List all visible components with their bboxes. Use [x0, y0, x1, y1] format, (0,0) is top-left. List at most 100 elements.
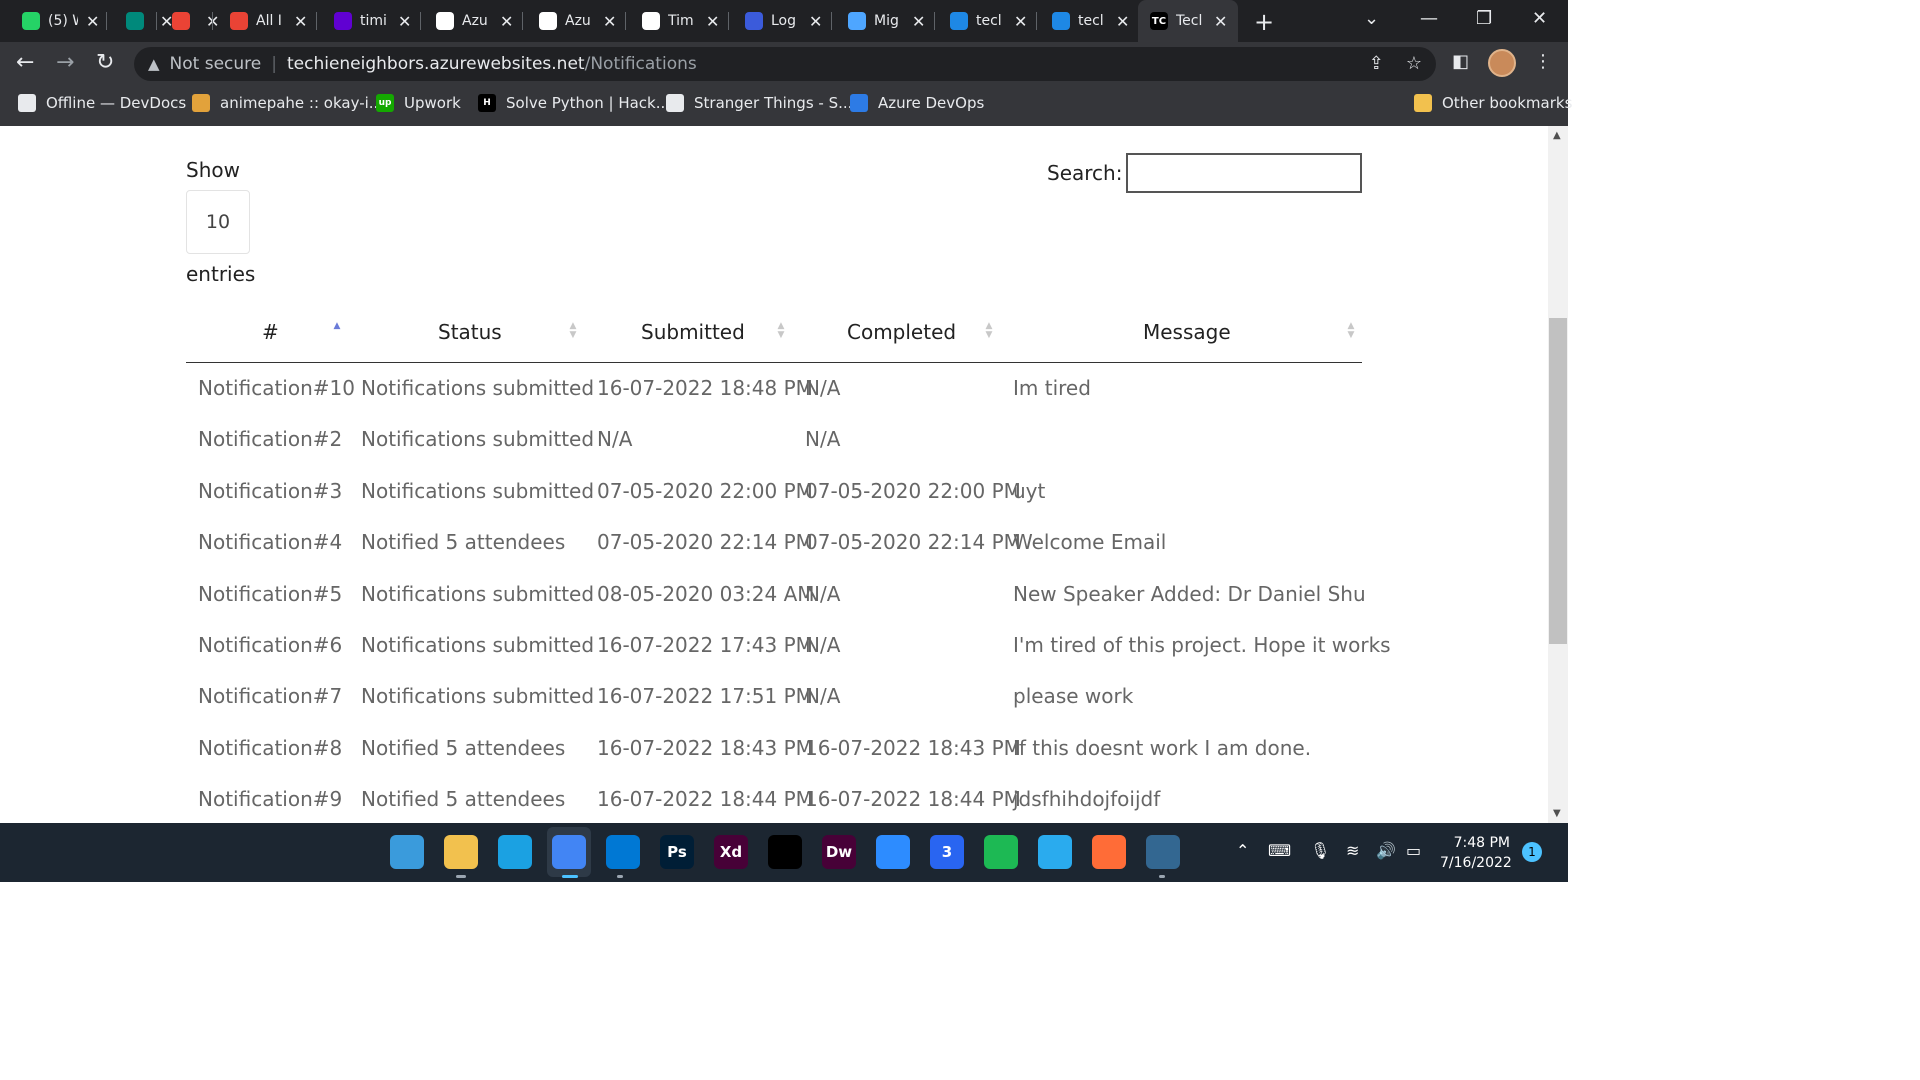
tab-separator	[1036, 12, 1037, 30]
table-row[interactable]: Notification#6 Notifications submitted 16-…	[186, 619, 1391, 670]
browser-tab[interactable]: Log ✕	[733, 0, 829, 42]
chrome-icon[interactable]	[552, 835, 586, 869]
table-row[interactable]: Notification#7 Notifications submitted 16-…	[186, 670, 1362, 721]
bookmark-star-icon[interactable]: ☆	[1406, 53, 1422, 74]
scroll-up-icon[interactable]: ▲	[1553, 130, 1561, 141]
security-status[interactable]: Not secure	[170, 54, 262, 74]
minimize-button[interactable]: —	[1420, 8, 1438, 29]
obs-icon[interactable]	[768, 835, 802, 869]
back-icon[interactable]: ←	[16, 50, 34, 75]
close-tab-icon[interactable]: ✕	[1116, 12, 1129, 31]
sort-icon[interactable]: ▲ ▼	[776, 322, 786, 340]
cell-submitted: 07-05-2020 22:00 PM	[597, 478, 813, 503]
microphone-icon[interactable]: 🎙	[1310, 841, 1330, 860]
page-length-select[interactable]: 10	[186, 190, 250, 254]
reload-icon[interactable]: ↻	[96, 50, 114, 75]
scroll-thumb[interactable]	[1549, 318, 1567, 644]
close-tab-icon[interactable]: ✕	[809, 12, 822, 31]
cell-message: Welcome Email	[1013, 530, 1167, 555]
close-tab-icon[interactable]: ✕	[1214, 12, 1227, 31]
volume-icon[interactable]: 🔊	[1376, 841, 1396, 860]
keyboard-icon[interactable]: ⌨	[1268, 841, 1291, 860]
table-row[interactable]: Notification#3 Notifications submitted 07-…	[186, 465, 1362, 516]
chevron-up-icon[interactable]: ⌃	[1236, 841, 1249, 860]
browser-tab[interactable]: ✕	[114, 0, 173, 42]
browser-tab[interactable]: ✕	[160, 0, 219, 42]
side-panel-icon[interactable]: ◧	[1452, 51, 1469, 72]
table-row[interactable]: Notification#4 Notified 5 attendees 07-05-…	[186, 516, 1362, 567]
sort-icon[interactable]: ▲	[332, 322, 342, 331]
column-header-message[interactable]: Message	[1143, 320, 1231, 344]
pgadmin-icon[interactable]	[1146, 835, 1180, 869]
vscode-icon[interactable]	[606, 835, 640, 869]
column-header-submitted[interactable]: Submitted	[641, 320, 745, 344]
css3-icon[interactable]: 3	[930, 835, 964, 869]
bookmark-item[interactable]: Stranger Things - S...	[666, 86, 852, 120]
column-header-status[interactable]: Status	[438, 320, 502, 344]
edge-icon[interactable]	[498, 835, 532, 869]
battery-icon[interactable]: ▭	[1406, 841, 1421, 860]
browser-tab[interactable]: timi ✕	[322, 0, 418, 42]
close-tab-icon[interactable]: ✕	[86, 12, 99, 31]
forward-icon[interactable]: →	[56, 50, 74, 75]
postman-icon[interactable]	[1092, 835, 1126, 869]
restore-button[interactable]: ❐	[1476, 8, 1492, 29]
close-tab-icon[interactable]: ✕	[1014, 12, 1027, 31]
close-tab-icon[interactable]: ✕	[912, 12, 925, 31]
sort-icon[interactable]: ▲ ▼	[984, 322, 994, 340]
bookmark-item[interactable]: H Solve Python | Hack...	[478, 86, 670, 120]
share-icon[interactable]: ⇪	[1369, 53, 1384, 74]
browser-tab[interactable]: Mig ✕	[836, 0, 932, 42]
table-row[interactable]: Notification#9 Notified 5 attendees 16-07-…	[186, 773, 1362, 823]
browser-tab[interactable]: Azu ✕	[527, 0, 623, 42]
other-bookmarks[interactable]: Other bookmarks	[1414, 86, 1572, 120]
dreamweaver-icon[interactable]: Dw	[822, 835, 856, 869]
page-scrollbar[interactable]: ▲ ▼	[1548, 126, 1568, 823]
browser-tab[interactable]: All I ✕	[218, 0, 314, 42]
new-tab-button[interactable]: +	[1254, 8, 1274, 36]
browser-tab[interactable]: (5) W ✕	[10, 0, 104, 42]
profile-avatar[interactable]	[1488, 49, 1516, 77]
zoom-icon[interactable]	[876, 835, 910, 869]
cell-status: Notifications submitted	[361, 427, 595, 452]
column-header-completed[interactable]: Completed	[847, 320, 956, 344]
sort-icon[interactable]: ▲ ▼	[1346, 322, 1356, 340]
notification-badge[interactable]: 1	[1522, 842, 1542, 862]
wifi-icon[interactable]: ≋	[1346, 841, 1359, 860]
column-header-number[interactable]: #	[262, 320, 279, 344]
table-row[interactable]: Notification#10 Notifications submitted 16…	[186, 362, 1362, 413]
address-bar[interactable]: ▲ Not secure | techieneighbors.azurewebs…	[134, 47, 1436, 81]
bookmark-item[interactable]: up Upwork	[376, 86, 461, 120]
windows-start-icon[interactable]	[390, 835, 424, 869]
close-window-button[interactable]: ✕	[1532, 8, 1547, 29]
close-tab-icon[interactable]: ✕	[706, 12, 719, 31]
sort-icon[interactable]: ▲ ▼	[568, 322, 578, 340]
scroll-down-icon[interactable]: ▼	[1553, 808, 1561, 819]
browser-tab[interactable]: tecl ✕	[1040, 0, 1136, 42]
browser-tab[interactable]: Azu ✕	[424, 0, 520, 42]
file-explorer-icon[interactable]	[444, 835, 478, 869]
close-tab-icon[interactable]: ✕	[398, 12, 411, 31]
table-row[interactable]: Notification#2 Notifications submitted N/A…	[186, 413, 1362, 464]
browser-tab[interactable]: tecl ✕	[938, 0, 1034, 42]
telegram-icon[interactable]	[1038, 835, 1072, 869]
bookmark-item[interactable]: animepahe :: okay-i...	[192, 86, 383, 120]
spotify-icon[interactable]	[984, 835, 1018, 869]
cell-number: Notification#6	[198, 633, 343, 657]
table-row[interactable]: Notification#5 Notifications submitted 08-…	[186, 568, 1366, 619]
tab-search-icon[interactable]: ⌄	[1364, 8, 1379, 29]
cell-message: jdsfhihdojfoijdf	[1013, 787, 1161, 812]
bookmark-item[interactable]: Azure DevOps	[850, 86, 984, 120]
bookmark-item[interactable]: Offline — DevDocs	[18, 86, 186, 120]
browser-tab[interactable]: TC Tecl ✕	[1138, 0, 1238, 42]
menu-icon[interactable]: ⋮	[1534, 51, 1552, 72]
close-tab-icon[interactable]: ✕	[603, 12, 616, 31]
system-clock[interactable]: 7:48 PM 7/16/2022	[1440, 833, 1512, 873]
browser-tab[interactable]: Tim ✕	[630, 0, 726, 42]
close-tab-icon[interactable]: ✕	[500, 12, 513, 31]
xd-icon[interactable]: Xd	[714, 835, 748, 869]
table-row[interactable]: Notification#8 Notified 5 attendees 16-07-…	[186, 722, 1362, 773]
photoshop-icon[interactable]: Ps	[660, 835, 694, 869]
search-input[interactable]	[1126, 153, 1362, 193]
close-tab-icon[interactable]: ✕	[294, 12, 307, 31]
